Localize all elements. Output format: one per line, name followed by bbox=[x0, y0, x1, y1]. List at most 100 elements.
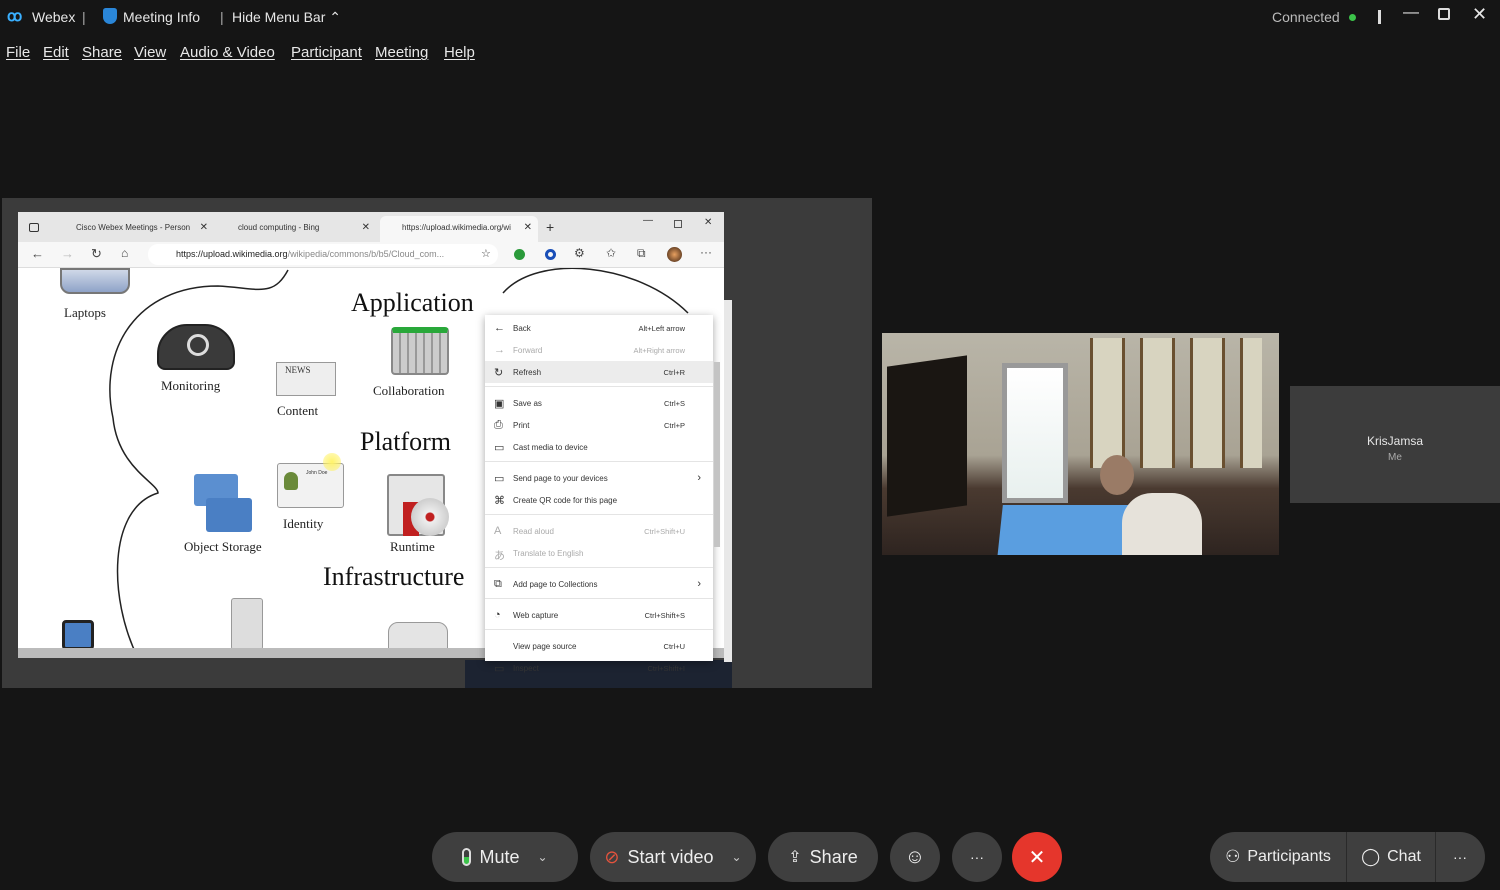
menu-view[interactable]: View bbox=[134, 44, 166, 61]
start-video-label: Start video bbox=[627, 846, 714, 867]
dark-painting bbox=[887, 355, 967, 517]
tab-title: https://upload.wikimedia.org/wi bbox=[402, 223, 511, 232]
qr-icon: ⌘ bbox=[494, 495, 505, 507]
url-host: https://upload.wikimedia.org bbox=[176, 249, 288, 259]
start-video-button[interactable]: ⊘ Start video ⌄ bbox=[590, 832, 756, 882]
shirt bbox=[1122, 493, 1202, 555]
favorites-icon[interactable]: ✩ bbox=[606, 246, 616, 260]
end-meeting-button[interactable]: ✕ bbox=[1012, 832, 1062, 882]
menu-item-back[interactable]: ← Back Alt+Left arrow bbox=[485, 317, 713, 339]
url-input[interactable]: https://upload.wikimedia.org/wikipedia/c… bbox=[148, 244, 498, 265]
self-video-tile[interactable]: KrisJamsa Me bbox=[1290, 386, 1500, 503]
menu-item-label: Refresh bbox=[513, 367, 542, 377]
menu-edit[interactable]: Edit bbox=[43, 44, 69, 61]
participants-icon: ⚇ bbox=[1225, 847, 1241, 866]
chat-button[interactable]: ◯ Chat bbox=[1347, 832, 1436, 882]
self-name: KrisJamsa bbox=[1366, 434, 1423, 448]
print-icon: ⎙ bbox=[494, 419, 503, 431]
menu-item-create-qr-code-for-this-page[interactable]: ⌘ Create QR code for this page bbox=[485, 489, 713, 511]
reactions-button[interactable]: ☺ bbox=[890, 832, 940, 882]
menu-participant[interactable]: Participant bbox=[291, 44, 362, 61]
minimize-button[interactable]: — bbox=[1403, 4, 1419, 22]
tab-webex[interactable]: Cisco Webex Meetings - Person ✕ bbox=[56, 216, 208, 242]
mute-label: Mute bbox=[479, 846, 520, 867]
menu-item-shortcut: Alt+Right arrow bbox=[633, 345, 685, 355]
menu-item-label: Save as bbox=[513, 398, 542, 408]
object-storage-icon bbox=[194, 474, 254, 532]
menu-item-read-aloud[interactable]: A Read aloud Ctrl+Shift+U bbox=[485, 520, 713, 542]
new-tab-button[interactable]: + bbox=[546, 219, 554, 235]
menu-meeting[interactable]: Meeting bbox=[375, 44, 428, 61]
close-tab-icon[interactable]: ✕ bbox=[200, 222, 208, 233]
settings-more-icon[interactable]: ··· bbox=[700, 245, 712, 259]
menu-help[interactable]: Help bbox=[444, 44, 475, 61]
label-laptops: Laptops bbox=[64, 305, 106, 320]
self-label: Me bbox=[1388, 452, 1402, 463]
close-window-button[interactable]: ✕ bbox=[1472, 4, 1487, 25]
menu-item-save-as[interactable]: ▣ Save as Ctrl+S bbox=[485, 392, 713, 414]
menu-audio-video[interactable]: Audio & Video bbox=[180, 44, 275, 61]
heading-platform: Platform bbox=[360, 427, 451, 456]
divider: | bbox=[82, 9, 86, 25]
microphone-icon bbox=[462, 848, 472, 866]
hide-menu-bar-button[interactable]: Hide Menu Bar ⌃ bbox=[232, 9, 341, 26]
favorite-icon[interactable]: ☆ bbox=[481, 247, 491, 260]
maximize-browser-button[interactable] bbox=[674, 220, 682, 228]
more-panels-button[interactable]: ··· bbox=[1436, 832, 1484, 882]
menu-item-cast-media-to-device[interactable]: ▭ Cast media to device bbox=[485, 436, 713, 458]
arrow-left-icon: ← bbox=[494, 322, 505, 334]
menu-item-print[interactable]: ⎙ Print Ctrl+P bbox=[485, 414, 713, 436]
tab-bing[interactable]: cloud computing - Bing ✕ bbox=[218, 216, 370, 242]
menu-item-label: Forward bbox=[513, 345, 543, 355]
cursor-highlight bbox=[323, 453, 341, 471]
menu-item-inspect[interactable]: ▭ Inspect Ctrl+Shift+I bbox=[485, 657, 713, 679]
extensions-icon[interactable]: ⚙ bbox=[574, 246, 585, 260]
forward-icon[interactable]: → bbox=[61, 246, 74, 261]
menu-scrollbar[interactable] bbox=[714, 362, 720, 547]
label-runtime: Runtime bbox=[390, 539, 435, 554]
collections-icon[interactable]: ⧉ bbox=[637, 246, 646, 261]
extension-check-icon[interactable] bbox=[514, 249, 525, 260]
title-bar: ꝏ Webex | Meeting Info | Hide Menu Bar ⌃… bbox=[0, 0, 1500, 36]
back-icon[interactable]: ← bbox=[31, 246, 44, 261]
tab-title: Cisco Webex Meetings - Person bbox=[76, 223, 191, 232]
participants-button[interactable]: ⚇ Participants bbox=[1210, 832, 1347, 882]
chevron-down-icon[interactable]: ⌄ bbox=[732, 850, 742, 864]
cast-icon: ▭ bbox=[494, 442, 505, 454]
refresh-icon[interactable]: ↻ bbox=[91, 246, 102, 262]
menu-item-translate-to-english[interactable]: あ Translate to English bbox=[485, 542, 713, 564]
menu-item-send-page-to-your-devices[interactable]: ▭ Send page to your devices › bbox=[485, 467, 713, 489]
menu-share[interactable]: Share bbox=[82, 44, 122, 61]
connection-status: Connected bbox=[1272, 9, 1340, 25]
phone-icon bbox=[62, 620, 94, 650]
share-button[interactable]: ⇪ Share bbox=[768, 832, 878, 882]
mute-button[interactable]: Mute ⌄ bbox=[432, 832, 578, 882]
arrow-right-icon: → bbox=[494, 344, 505, 356]
participant-video-tile[interactable] bbox=[882, 333, 1279, 555]
minimize-browser-button[interactable]: — bbox=[643, 215, 653, 226]
menu-item-shortcut: Ctrl+S bbox=[663, 398, 685, 408]
news-text: NEWS bbox=[285, 365, 311, 375]
tab-title: cloud computing - Bing bbox=[238, 223, 320, 232]
menu-item-shortcut: Ctrl+Shift+S bbox=[644, 610, 685, 620]
extension-icon[interactable] bbox=[545, 249, 556, 260]
menu-item-refresh[interactable]: ↻ Refresh Ctrl+R bbox=[485, 361, 713, 383]
more-icon: ··· bbox=[970, 849, 984, 865]
meeting-info-button[interactable]: Meeting Info bbox=[123, 9, 200, 25]
menu-item-web-capture[interactable]: ◔ Web capture Ctrl+Shift+S bbox=[485, 604, 713, 626]
tab-wikimedia[interactable]: https://upload.wikimedia.org/wi ✕ bbox=[380, 216, 538, 242]
restore-button[interactable] bbox=[1438, 8, 1450, 20]
more-options-button[interactable]: ··· bbox=[952, 832, 1002, 882]
menu-file[interactable]: File bbox=[6, 44, 30, 61]
menu-item-view-page-source[interactable]: View page source Ctrl+U bbox=[485, 635, 713, 657]
close-tab-icon[interactable]: ✕ bbox=[362, 222, 370, 233]
menu-item-add-page-to-collections[interactable]: ⧉ Add page to Collections › bbox=[485, 573, 713, 595]
chevron-down-icon[interactable]: ⌄ bbox=[537, 850, 547, 864]
menu-item-forward[interactable]: → Forward Alt+Right arrow bbox=[485, 339, 713, 361]
close-browser-button[interactable]: ✕ bbox=[704, 217, 712, 228]
close-tab-icon[interactable]: ✕ bbox=[524, 222, 532, 233]
chevron-right-icon: › bbox=[697, 578, 701, 590]
profile-avatar[interactable] bbox=[667, 247, 682, 262]
home-icon[interactable]: ⌂ bbox=[121, 246, 128, 260]
tab-actions-icon[interactable] bbox=[29, 223, 39, 232]
